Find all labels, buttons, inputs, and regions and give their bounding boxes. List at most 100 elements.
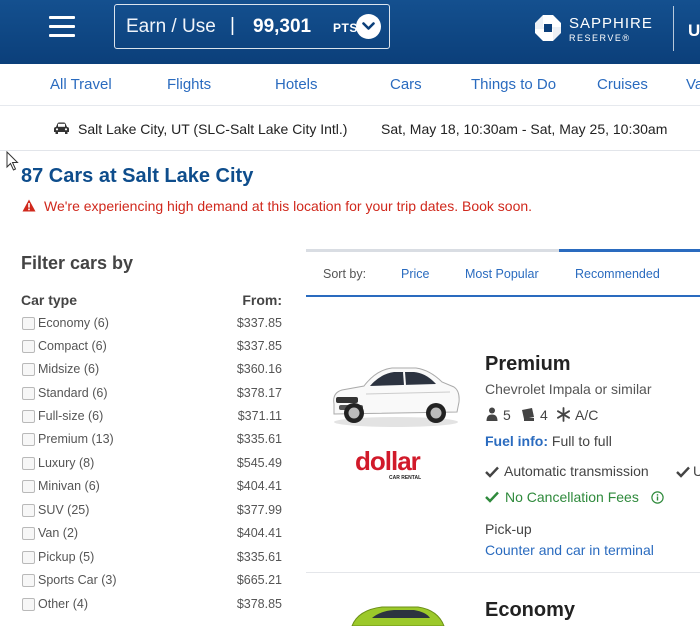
pickup-label: Pick-up (485, 521, 532, 537)
filter-price: $371.11 (237, 409, 282, 423)
filter-checkbox[interactable] (22, 598, 35, 611)
filter-checkbox[interactable] (22, 551, 35, 564)
user-menu-cut[interactable]: U (688, 21, 700, 41)
snowflake-icon (556, 407, 571, 422)
filter-row-standard[interactable]: Standard (6) $378.17 (21, 386, 282, 406)
filter-price: $335.61 (236, 432, 282, 446)
filter-row-other[interactable]: Other (4) $378.85 (21, 597, 282, 617)
filter-row-luxury[interactable]: Luxury (8) $545.49 (21, 456, 282, 476)
filter-price: $404.41 (236, 479, 282, 493)
filter-label: SUV (25) (38, 503, 90, 517)
check-icon (485, 491, 499, 503)
filter-row-compact[interactable]: Compact (6) $337.85 (21, 339, 282, 359)
sort-most-popular[interactable]: Most Popular (465, 267, 539, 281)
filter-row-suv[interactable]: SUV (25) $377.99 (21, 503, 282, 523)
active-sort-indicator (559, 249, 700, 252)
trip-dates: Sat, May 18, 10:30am - Sat, May 25, 10:3… (381, 121, 668, 137)
filter-row-pickup[interactable]: Pickup (5) $335.61 (21, 550, 282, 570)
filter-checkbox[interactable] (22, 317, 35, 330)
filter-row-economy[interactable]: Economy (6) $337.85 (21, 316, 282, 336)
car-image-premium[interactable] (330, 360, 462, 430)
check-icon (485, 466, 499, 478)
pickup-details-link[interactable]: Counter and car in terminal (485, 542, 654, 558)
filter-checkbox[interactable] (22, 480, 35, 493)
filter-row-full-size[interactable]: Full-size (6) $371.11 (21, 409, 282, 429)
filter-price: $360.16 (236, 362, 282, 376)
filter-checkbox[interactable] (22, 504, 35, 517)
filter-row-midsize[interactable]: Midsize (6) $360.16 (21, 362, 282, 382)
filter-price: $377.99 (236, 503, 282, 517)
filter-label: Economy (6) (38, 316, 109, 330)
filter-header: Car type From: (21, 292, 282, 308)
filter-checkbox[interactable] (22, 340, 35, 353)
nav-cruises[interactable]: Cruises (597, 76, 648, 93)
nav-flights[interactable]: Flights (167, 76, 211, 93)
filter-checkbox[interactable] (22, 574, 35, 587)
car-class-economy[interactable]: Economy (485, 599, 575, 622)
filter-checkbox[interactable] (22, 387, 35, 400)
filter-label: Sports Car (3) (38, 573, 117, 587)
car-type-heading: Car type (21, 292, 78, 308)
car-model: Chevrolet Impala or similar (485, 381, 652, 397)
vendor-logo-text: dollar (355, 449, 421, 476)
info-icon[interactable] (651, 491, 664, 504)
filter-row-premium[interactable]: Premium (13) $335.61 (21, 432, 282, 452)
cancellation-policy: No Cancellation Fees (505, 489, 639, 505)
extra-feature-cut: U (693, 463, 700, 479)
filter-row-sports-car[interactable]: Sports Car (3) $665.21 (21, 573, 282, 593)
pickup-location: Salt Lake City, UT (SLC-Salt Lake City I… (78, 121, 348, 137)
car-icon (54, 122, 69, 134)
chase-logo-icon (535, 15, 561, 41)
filter-price: $665.21 (236, 573, 282, 587)
car-class-premium[interactable]: Premium (485, 353, 571, 376)
alert-text: We're experiencing high demand at this l… (44, 198, 533, 214)
transmission: Automatic transmission (504, 463, 649, 479)
check-icon (676, 466, 690, 478)
filter-label: Pickup (5) (38, 550, 95, 564)
filter-row-minivan[interactable]: Minivan (6) $404.41 (21, 479, 282, 499)
filter-label: Premium (13) (38, 432, 114, 446)
card-divider (306, 572, 700, 573)
nav-cars[interactable]: Cars (390, 76, 422, 93)
nav-hotels[interactable]: Hotels (275, 76, 318, 93)
filter-checkbox[interactable] (22, 433, 35, 446)
from-heading: From: (242, 292, 282, 308)
sort-label: Sort by: (323, 267, 367, 281)
car-image-economy[interactable] (348, 604, 448, 626)
nav-things-to-do[interactable]: Things to Do (471, 76, 556, 93)
mouse-cursor-icon (6, 151, 19, 171)
filter-checkbox[interactable] (22, 527, 35, 540)
filter-label: Midsize (6) (38, 362, 100, 376)
filter-label: Full-size (6) (38, 409, 104, 423)
trip-summary[interactable]: Salt Lake City, UT (SLC-Salt Lake City I… (0, 106, 700, 151)
fuel-info-value: Full to full (551, 433, 612, 449)
points-selector[interactable]: Earn / Use | 99,301 PTS (114, 4, 390, 49)
filter-price: $337.85 (236, 339, 282, 353)
menu-icon[interactable] (49, 16, 75, 38)
filter-label: Minivan (6) (38, 479, 100, 493)
filter-checkbox[interactable] (22, 363, 35, 376)
fuel-info-label[interactable]: Fuel info: (485, 433, 548, 449)
filter-label: Other (4) (38, 597, 89, 611)
filter-checkbox[interactable] (22, 410, 35, 423)
filter-checkbox[interactable] (22, 457, 35, 470)
filter-row-van[interactable]: Van (2) $404.41 (21, 526, 282, 546)
filter-price: $404.41 (236, 526, 282, 540)
filter-price: $335.61 (236, 550, 282, 564)
filter-price: $378.17 (236, 386, 282, 400)
nav-all-travel[interactable]: All Travel (50, 76, 112, 93)
nav-vacations[interactable]: Va (686, 76, 700, 93)
separator: | (230, 15, 235, 36)
passenger-icon (486, 407, 498, 421)
earn-use-label: Earn / Use (126, 16, 216, 37)
results-title: 87 Cars at Salt Lake City (21, 165, 254, 187)
sort-recommended[interactable]: Recommended (575, 267, 660, 281)
chevron-down-icon[interactable] (356, 14, 381, 39)
filter-title: Filter cars by (21, 253, 134, 273)
header-divider (673, 6, 674, 51)
filter-price: $545.49 (236, 456, 282, 470)
filter-price: $337.85 (236, 316, 282, 330)
passenger-count: 5 (503, 407, 511, 423)
sort-price[interactable]: Price (401, 267, 429, 281)
filter-label: Luxury (8) (38, 456, 95, 470)
